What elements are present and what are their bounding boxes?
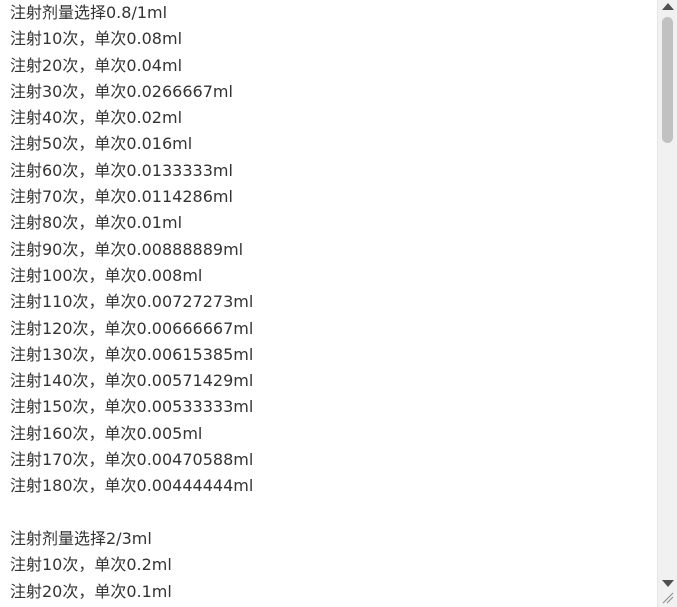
text-line: 注射160次，单次0.005ml <box>10 423 203 443</box>
text-line: 注射20次，单次0.04ml <box>10 55 183 75</box>
scrollbar-thumb[interactable] <box>662 17 673 143</box>
chevron-down-icon[interactable] <box>662 580 674 587</box>
text-line: 注射90次，单次0.00888889ml <box>10 239 244 259</box>
text-line: 注射140次，单次0.00571429ml <box>10 371 254 391</box>
output-textarea[interactable]: 注射剂量选择0.8/1ml 注射10次，单次0.08ml 注射20次，单次0.0… <box>0 0 657 607</box>
text-line: 注射40次，单次0.02ml <box>10 108 183 128</box>
text-line: 注射170次，单次0.00470588ml <box>10 450 254 470</box>
vertical-scrollbar[interactable] <box>657 0 677 607</box>
text-line: 注射130次，单次0.00615385ml <box>10 344 254 364</box>
text-line: 注射50次，单次0.016ml <box>10 134 193 154</box>
app-window: 注射剂量选择0.8/1ml 注射10次，单次0.08ml 注射20次，单次0.0… <box>0 0 677 607</box>
text-line: 注射150次，单次0.00533333ml <box>10 397 254 417</box>
text-line: 注射70次，单次0.0114286ml <box>10 187 233 207</box>
text-line: 注射180次，单次0.00444444ml <box>10 476 254 496</box>
text-line: 注射80次，单次0.01ml <box>10 213 183 233</box>
text-line: 注射120次，单次0.00666667ml <box>10 318 254 338</box>
text-line: 注射剂量选择2/3ml <box>10 528 152 548</box>
text-line: 注射60次，单次0.0133333ml <box>10 160 233 180</box>
chevron-up-icon[interactable] <box>662 3 674 10</box>
text-line: 注射10次，单次0.08ml <box>10 29 183 49</box>
text-line: 注射100次，单次0.008ml <box>10 265 203 285</box>
text-line: 注射20次，单次0.1ml <box>10 581 172 601</box>
resize-grip-icon[interactable] <box>661 591 675 605</box>
text-line: 注射剂量选择0.8/1ml <box>10 3 168 22</box>
text-line: 注射10次，单次0.2ml <box>10 555 172 575</box>
text-line: 注射30次，单次0.0266667ml <box>10 81 233 101</box>
text-line: 注射110次，单次0.00727273ml <box>10 292 254 312</box>
